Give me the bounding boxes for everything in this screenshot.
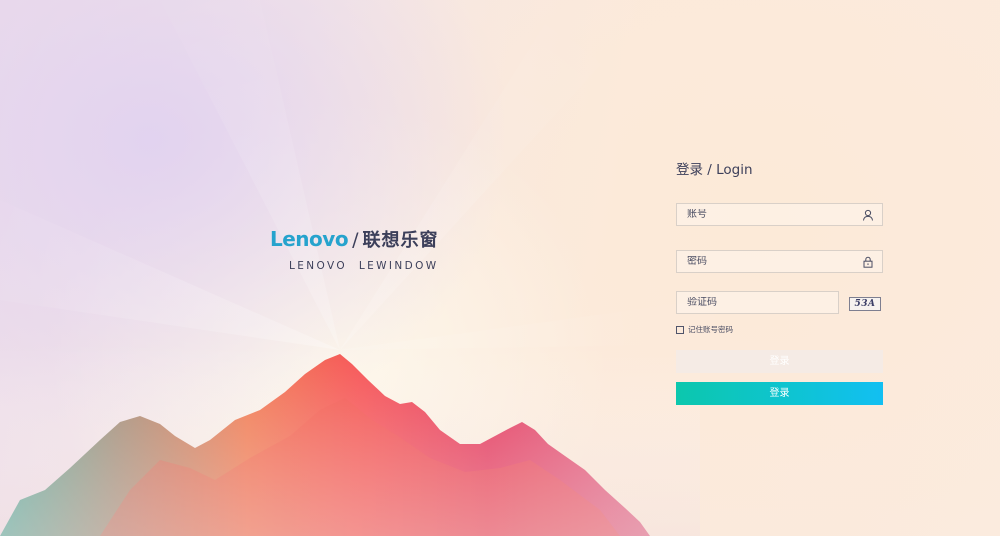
lock-icon — [863, 256, 873, 268]
login-title: 登录 / Login — [676, 162, 753, 178]
login-panel: 登录 / Login 53A 记住账号密码 登录 登录 — [676, 158, 883, 405]
account-field[interactable] — [676, 203, 883, 226]
user-icon — [863, 209, 873, 221]
lenovo-logo: Lenovo — [270, 227, 349, 251]
brand-subtitle: LENOVO LEWINDOW — [289, 260, 439, 272]
password-field[interactable] — [676, 250, 883, 273]
login-button[interactable]: 登录 — [676, 382, 883, 405]
brand-separator: / — [352, 229, 359, 251]
account-input[interactable] — [687, 209, 847, 220]
remember-label: 记住账号密码 — [688, 325, 733, 334]
brand-title: Lenovo / 联想乐窗 — [270, 226, 470, 252]
remember-checkbox[interactable] — [676, 325, 684, 334]
captcha-image[interactable]: 53A — [849, 297, 881, 311]
remember-option[interactable]: 记住账号密码 — [676, 324, 733, 335]
brand-name-cn: 联想乐窗 — [362, 230, 439, 251]
secondary-login-button[interactable]: 登录 — [676, 350, 883, 373]
password-input[interactable] — [687, 256, 847, 267]
brand-block: Lenovo / 联想乐窗 LENOVO LEWINDOW — [270, 226, 470, 272]
captcha-field[interactable] — [676, 291, 839, 314]
captcha-input[interactable] — [687, 297, 827, 308]
mountains-illustration — [0, 340, 700, 536]
